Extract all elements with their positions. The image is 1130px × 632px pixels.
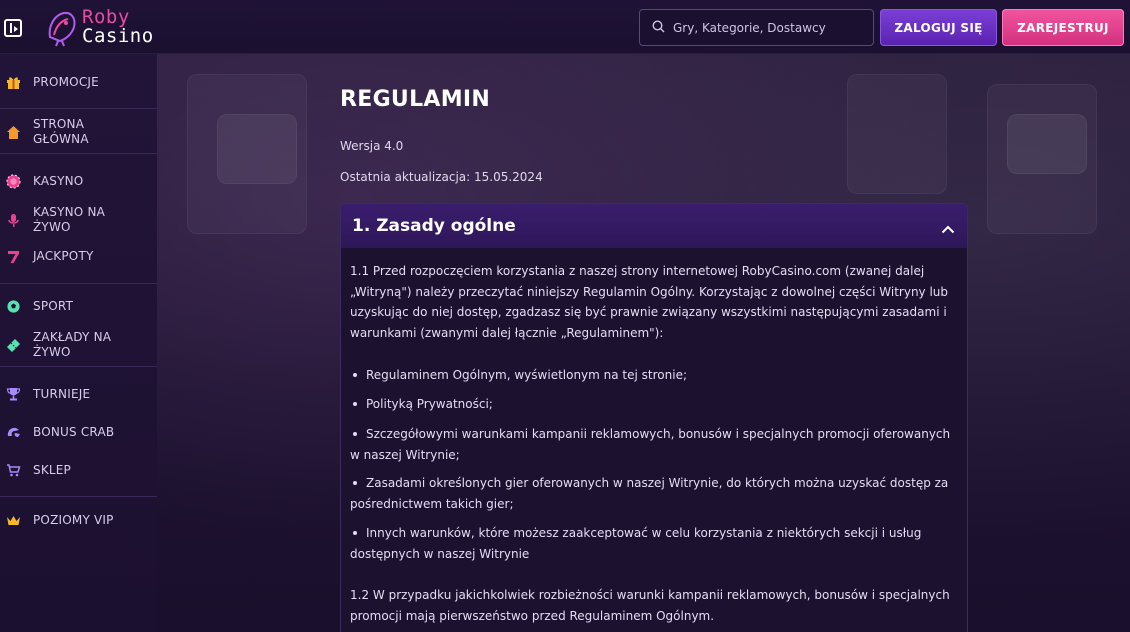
last-update-text: Ostatnia aktualizacja: 15.05.2024 xyxy=(340,170,543,184)
sidebar-item-label: KASYNO xyxy=(33,173,84,188)
sidebar-divider xyxy=(0,153,157,154)
crab-claw-icon xyxy=(5,424,21,440)
list-item-text: Regulaminem Ogólnym, wyświetlonym na tej… xyxy=(366,368,688,382)
sidebar-item-label: ZAKŁADY NA ŻYWO xyxy=(33,330,112,359)
bullet-icon xyxy=(353,372,357,377)
trophy-icon xyxy=(5,386,21,402)
sidebar-item-promocje[interactable]: PROMOCJE xyxy=(0,72,157,92)
search-box[interactable] xyxy=(639,9,874,46)
sidebar-item-label: TURNIEJE xyxy=(33,386,91,401)
sidebar-item-label: SKLEP xyxy=(33,462,71,477)
list-item-text: Polityką Prywatności; xyxy=(366,397,493,411)
sidebar-item-label: JACKPOTY xyxy=(33,248,94,263)
sidebar-item-label: PROMOCJE xyxy=(33,74,99,89)
sidebar-divider xyxy=(0,496,157,497)
sidebar: PROMOCJE STRONA GŁÓWNA KASYNO KASYNO NA … xyxy=(0,54,157,632)
logo-text: Roby Casino xyxy=(82,8,154,46)
login-button[interactable]: ZALOGUJ SIĘ xyxy=(880,9,997,46)
sidebar-item-zaklady-na-zywo[interactable]: ZAKŁADY NA ŻYWO xyxy=(0,329,157,361)
sidebar-toggle-icon[interactable] xyxy=(4,19,22,37)
logo-mascot-icon xyxy=(44,7,78,47)
terms-section-1: 1. Zasady ogólne 1.1 Przed rozpoczęciem … xyxy=(340,203,968,632)
background-slot-screen xyxy=(1007,114,1087,174)
list-item: Polityką Prywatności; xyxy=(350,394,958,415)
crown-icon xyxy=(5,512,21,528)
page-title: REGULAMIN xyxy=(340,87,491,112)
sidebar-item-sport[interactable]: SPORT xyxy=(0,296,157,316)
bullet-icon xyxy=(353,431,357,436)
home-icon xyxy=(5,124,21,140)
list-item-text: Szczegółowymi warunkami kampanii reklamo… xyxy=(350,427,951,462)
sidebar-item-label: BONUS CRAB xyxy=(33,424,115,439)
background-slot-screen xyxy=(217,114,297,184)
bullet-icon xyxy=(353,401,357,406)
microphone-icon xyxy=(5,212,21,228)
logo-line-2: Casino xyxy=(82,25,154,47)
sidebar-item-label: STRONA GŁÓWNA xyxy=(33,117,89,146)
search-icon xyxy=(652,18,665,37)
sidebar-item-strona-glowna[interactable]: STRONA GŁÓWNA xyxy=(0,116,157,148)
sidebar-item-poziomy-vip[interactable]: POZIOMY VIP xyxy=(0,510,157,530)
sidebar-divider xyxy=(0,366,157,367)
sidebar-item-jackpoty[interactable]: JACKPOTY xyxy=(0,246,157,266)
logo[interactable]: Roby Casino xyxy=(44,6,154,48)
chevron-up-icon[interactable] xyxy=(941,219,955,234)
gift-icon xyxy=(5,74,21,90)
paragraph-1-2: 1.2 W przypadku jakichkolwiek rozbieżnoś… xyxy=(350,588,950,623)
list-item: Regulaminem Ogólnym, wyświetlonym na tej… xyxy=(350,365,958,386)
list-item-text: Innych warunków, które możesz zaakceptow… xyxy=(350,526,922,561)
sidebar-item-label: SPORT xyxy=(33,298,74,313)
seven-icon xyxy=(5,248,21,264)
sidebar-item-kasyno-na-zywo[interactable]: KASYNO NA ŻYWO xyxy=(0,204,157,236)
list-item: Zasadami określonych gier oferowanych w … xyxy=(350,473,958,515)
sidebar-item-label: KASYNO NA ŻYWO xyxy=(33,205,106,234)
list-item: Innych warunków, które możesz zaakceptow… xyxy=(350,523,958,565)
version-text: Wersja 4.0 xyxy=(340,139,404,153)
list-item-text: Zasadami określonych gier oferowanych w … xyxy=(350,476,949,511)
cart-icon xyxy=(5,462,21,478)
casino-chip-icon xyxy=(5,173,21,189)
background-slot-machine xyxy=(847,74,947,194)
football-icon xyxy=(5,298,21,314)
register-button[interactable]: ZAREJESTRUJ xyxy=(1002,9,1124,46)
main-content: REGULAMIN Wersja 4.0 Ostatnia aktualizac… xyxy=(157,54,1130,632)
sidebar-item-bonus-crab[interactable]: BONUS CRAB xyxy=(0,422,157,442)
list-item: Szczegółowymi warunkami kampanii reklamo… xyxy=(350,424,958,466)
ticket-icon xyxy=(5,337,21,353)
sidebar-item-sklep[interactable]: SKLEP xyxy=(0,460,157,480)
top-header: Roby Casino ZALOGUJ SIĘ ZAREJESTRUJ xyxy=(0,0,1130,54)
sidebar-divider xyxy=(0,283,157,284)
search-input[interactable] xyxy=(673,20,863,35)
sidebar-item-kasyno[interactable]: KASYNO xyxy=(0,171,157,191)
paragraph-1-1: 1.1 Przed rozpoczęciem korzystania z nas… xyxy=(350,264,949,340)
sidebar-item-turnieje[interactable]: TURNIEJE xyxy=(0,384,157,404)
bullet-icon xyxy=(353,480,357,485)
bullet-icon xyxy=(353,530,357,535)
sidebar-item-label: POZIOMY VIP xyxy=(33,512,114,527)
sidebar-divider xyxy=(0,108,157,109)
section-title: 1. Zasady ogólne xyxy=(352,216,516,236)
section-header[interactable]: 1. Zasady ogólne xyxy=(341,204,967,248)
